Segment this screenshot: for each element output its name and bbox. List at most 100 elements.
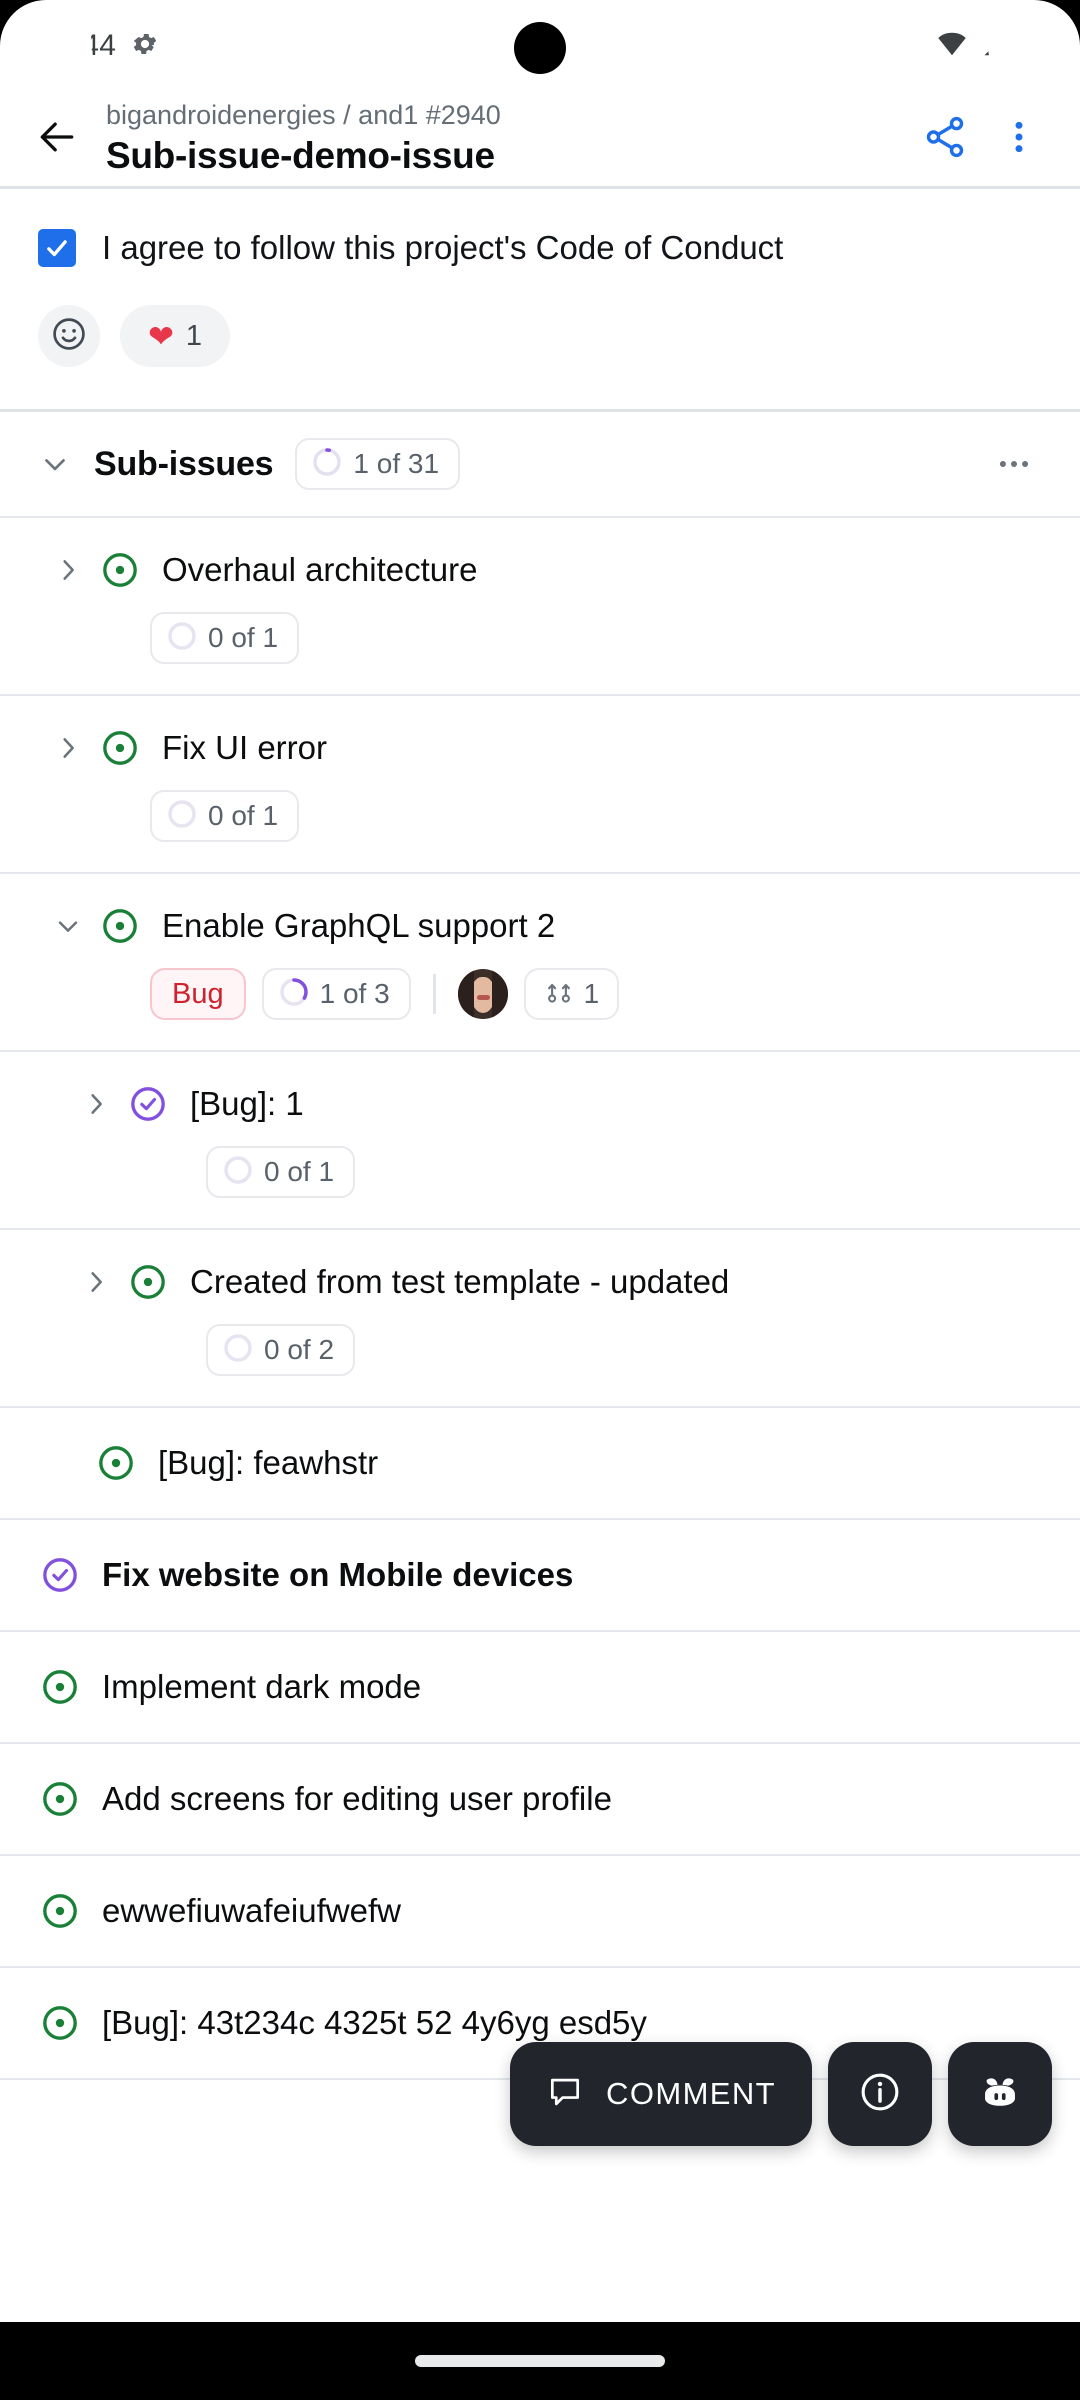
issue-label-chip[interactable]: Bug — [150, 968, 246, 1020]
sub-issue-title: Overhaul architecture — [162, 551, 478, 588]
smiley-add-reaction-icon — [50, 315, 88, 358]
issue-open-icon — [98, 904, 142, 948]
sub-issue-row[interactable]: ewwefiuwafeiufwefw — [0, 1856, 1080, 1966]
comment-bubble-icon — [546, 2073, 584, 2116]
linked-pull-request-chip[interactable]: 1 — [523, 968, 620, 1020]
status-bar: 10:44 — [0, 0, 1080, 92]
sub-issues-overflow-button[interactable] — [982, 432, 1046, 496]
sub-issues-title: Sub-issues — [94, 444, 274, 483]
sub-issue-progress-badge: 1 of 3 — [261, 968, 411, 1020]
reaction-heart[interactable]: ❤ 1 — [120, 305, 230, 367]
sub-issue-title: [Bug]: 43t234c 4325t 52 4y6yg esd5y — [102, 2004, 647, 2041]
sub-issues-progress-text: 1 of 31 — [353, 448, 440, 479]
progress-ring-icon — [222, 1332, 254, 1369]
sub-issue-meta: 0 of 1 — [38, 790, 1050, 842]
overflow-menu-icon — [999, 117, 1039, 162]
issue-open-icon — [38, 1889, 82, 1933]
sub-issue-row-main: Fix website on Mobile devices — [38, 1553, 1050, 1597]
code-of-conduct-checkbox[interactable] — [38, 229, 76, 267]
sub-issue-title: Fix website on Mobile devices — [102, 1556, 574, 1593]
status-bar-right — [936, 28, 1046, 65]
sub-issue-meta: 0 of 2 — [66, 1324, 1050, 1376]
progress-ring-icon — [278, 976, 310, 1013]
sub-issue-title: Fix UI error — [162, 729, 327, 766]
sub-issue-row[interactable]: [Bug]: 1 0 of 1 — [0, 1052, 1080, 1228]
sub-issue-row-main: Created from test template - updated — [66, 1260, 1050, 1304]
back-button[interactable] — [22, 104, 92, 174]
sub-issue-title: [Bug]: feawhstr — [158, 1444, 379, 1481]
phone-screen: 10:44 bigandroidenergies / and1 #2940 Su… — [0, 0, 1080, 2400]
reactions-row: ❤ 1 — [0, 275, 1080, 409]
pull-request-icon — [544, 976, 574, 1013]
info-fab-button[interactable] — [828, 2042, 932, 2146]
sub-issue-meta: 0 of 1 — [66, 1146, 1050, 1198]
sub-issue-row[interactable]: Enable GraphQL support 2 Bug 1 of 3 1 — [0, 874, 1080, 1050]
sub-issue-row-main: ewwefiuwafeiufwefw — [38, 1889, 1050, 1933]
battery-icon — [1026, 28, 1046, 65]
comment-fab-button[interactable]: COMMENT — [510, 2042, 812, 2146]
cellular-signal-icon — [981, 29, 1013, 64]
sub-issue-row[interactable]: Fix UI error 0 of 1 — [0, 696, 1080, 872]
sub-issue-row-main: Overhaul architecture — [38, 548, 1050, 592]
add-reaction-button[interactable] — [38, 305, 100, 367]
heart-icon: ❤ — [147, 318, 174, 354]
chevron-down-icon[interactable] — [38, 447, 72, 481]
sub-issue-row[interactable]: Fix website on Mobile devices — [0, 1520, 1080, 1630]
sub-issue-row-main: Enable GraphQL support 2 — [38, 904, 1050, 948]
sub-issue-progress-text: 1 of 3 — [319, 978, 390, 1009]
status-clock: 10:44 — [40, 29, 117, 62]
issue-closed-done-icon — [126, 1082, 170, 1126]
sub-issue-title: Implement dark mode — [102, 1668, 422, 1705]
reaction-heart-count: 1 — [185, 319, 203, 352]
sub-issue-row-main: Fix UI error — [38, 726, 1050, 770]
sub-issue-row-main: [Bug]: feawhstr — [94, 1441, 1050, 1485]
sub-issue-progress-text: 0 of 2 — [264, 1334, 335, 1365]
meta-divider — [432, 974, 436, 1014]
sub-issue-progress-text: 0 of 1 — [264, 1156, 335, 1187]
code-of-conduct-row[interactable]: I agree to follow this project's Code of… — [0, 189, 1080, 275]
issue-closed-done-icon — [38, 1553, 82, 1597]
sub-issue-title: Created from test template - updated — [190, 1263, 730, 1300]
camera-punch-hole — [514, 22, 566, 74]
settings-gear-icon — [130, 29, 160, 64]
linked-pull-request-count: 1 — [583, 978, 600, 1009]
info-circle-icon — [858, 2070, 902, 2119]
sub-issue-row[interactable]: [Bug]: feawhstr — [0, 1408, 1080, 1518]
sub-issue-title: [Bug]: 1 — [190, 1085, 304, 1122]
issue-open-icon — [126, 1260, 170, 1304]
chevron-down-icon[interactable] — [38, 910, 98, 942]
overflow-menu-button[interactable] — [982, 102, 1056, 176]
sub-issue-row-main: [Bug]: 1 — [66, 1082, 1050, 1126]
assignee-avatar[interactable] — [457, 969, 508, 1019]
chevron-right-icon[interactable] — [38, 554, 98, 586]
app-screen: 10:44 bigandroidenergies / and1 #2940 Su… — [0, 0, 1080, 2322]
sub-issues-list: Overhaul architecture 0 of 1 Fix UI error 0… — [0, 518, 1080, 2080]
sub-issue-title: Add screens for editing user profile — [102, 1780, 612, 1817]
sub-issue-meta: 0 of 1 — [38, 612, 1050, 664]
chevron-right-icon[interactable] — [66, 1088, 126, 1120]
comment-fab-label: COMMENT — [606, 2076, 776, 2111]
share-icon — [922, 114, 968, 165]
page-title: Sub-issue-demo-issue — [106, 135, 495, 176]
chevron-right-icon[interactable] — [38, 732, 98, 764]
back-arrow-icon — [35, 115, 79, 164]
sub-issue-progress-badge: 0 of 2 — [206, 1324, 356, 1376]
floating-action-bar: COMMENT — [510, 2042, 1052, 2146]
sub-issue-meta: Bug 1 of 3 1 — [38, 968, 1050, 1020]
sub-issue-row[interactable]: Created from test template - updated 0 of… — [0, 1230, 1080, 1406]
sub-issues-header[interactable]: Sub-issues 1 of 31 — [0, 412, 1080, 516]
copilot-icon — [977, 2069, 1023, 2120]
sub-issues-progress-badge: 1 of 31 — [295, 438, 461, 490]
breadcrumb[interactable]: bigandroidenergies / and1 #2940 — [106, 97, 908, 133]
sub-issue-row[interactable]: Add screens for editing user profile — [0, 1744, 1080, 1854]
sub-issue-row[interactable]: Implement dark mode — [0, 1632, 1080, 1742]
code-of-conduct-label: I agree to follow this project's Code of… — [102, 229, 784, 266]
progress-ring-icon — [166, 620, 198, 657]
share-button[interactable] — [908, 102, 982, 176]
sub-issue-title: Enable GraphQL support 2 — [162, 907, 556, 944]
sub-issue-row[interactable]: Overhaul architecture 0 of 1 — [0, 518, 1080, 694]
chevron-right-icon[interactable] — [66, 1266, 126, 1298]
copilot-fab-button[interactable] — [948, 2042, 1052, 2146]
home-indicator-pill[interactable] — [415, 2355, 665, 2367]
system-navigation-bar — [0, 2322, 1080, 2400]
